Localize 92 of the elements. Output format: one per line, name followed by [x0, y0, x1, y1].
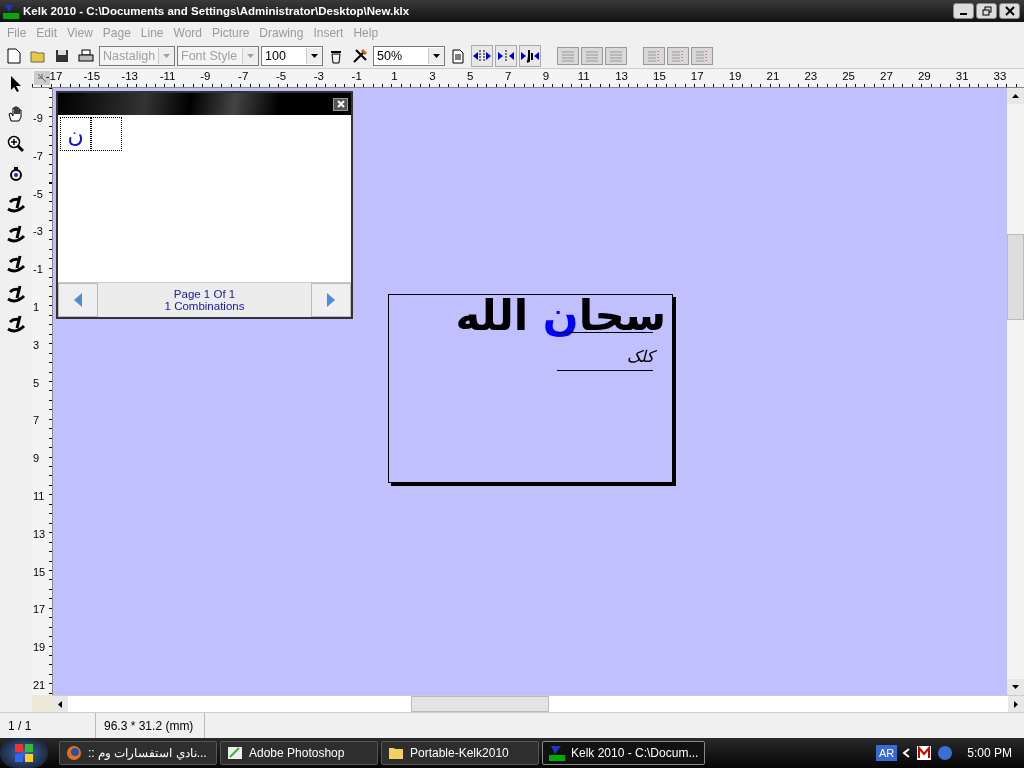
minimize-icon [960, 13, 967, 15]
ruler-label: 9 [33, 452, 40, 465]
ruler-label: 25 [842, 70, 855, 82]
down-arrow-icon[interactable] [1012, 685, 1019, 689]
ruler-label: 19 [728, 70, 742, 82]
ruler-label: 15 [653, 70, 666, 82]
mail-icon[interactable] [915, 746, 934, 760]
ruler-label: -1 [33, 263, 43, 276]
combination-count: 1 Combinations [164, 300, 245, 312]
previous-button[interactable] [58, 283, 98, 317]
restore-icon [981, 6, 992, 16]
clock: 5:00 PM [967, 746, 1012, 760]
ruler-label: -9 [200, 70, 211, 82]
close-icon [336, 100, 345, 108]
caret-icon [433, 54, 440, 58]
zoom-dropdown[interactable]: 50% [373, 46, 445, 66]
ruler-label: -7 [238, 70, 249, 82]
page-indicator: Page 1 Of 1 [173, 288, 236, 300]
browser-icon [66, 745, 82, 761]
caret-icon [311, 54, 318, 58]
minimize-button[interactable] [953, 3, 974, 19]
start-button[interactable] [0, 738, 48, 768]
expand-arrows-icon[interactable] [471, 45, 493, 67]
ruler-label: 7 [504, 70, 512, 82]
compress-arrows-icon[interactable] [495, 45, 517, 67]
ruler-label: -1 [351, 70, 362, 82]
windows-logo-icon [13, 742, 35, 764]
left-arrow-icon[interactable] [58, 700, 62, 708]
ruler-label: 13 [615, 70, 628, 82]
ruler-label: 7 [33, 414, 40, 427]
ruler-label: 15 [33, 565, 46, 578]
left-triangle-icon [74, 293, 82, 307]
folder-icon [388, 745, 404, 761]
ruler-label: -5 [33, 187, 43, 200]
ruler-label: -5 [275, 70, 287, 82]
ruler-label: 11 [33, 490, 45, 502]
ruler-label: 27 [880, 70, 893, 82]
taskbar-button[interactable]: Kelk 2010 - C:\Docum... [542, 741, 706, 765]
taskbar-button[interactable]: :: نادي استفسارات وم... [59, 741, 217, 765]
next-button[interactable] [311, 283, 351, 317]
ruler-label: 1 [33, 301, 40, 313]
app-logo-icon [549, 745, 565, 761]
restore-button[interactable] [976, 3, 997, 19]
ruler-label: 3 [33, 338, 40, 351]
align-arrows-icon[interactable] [519, 45, 541, 67]
ruler-label: 13 [33, 527, 46, 540]
taskbar-button[interactable]: Adobe Photoshop [220, 741, 378, 765]
ruler-label: -17 [45, 70, 63, 82]
ruler-label: 9 [542, 70, 550, 82]
ruler-label: 11 [577, 70, 590, 82]
ruler-label: -9 [33, 112, 43, 124]
close-icon [1004, 6, 1015, 16]
ruler-label: -13 [121, 70, 138, 82]
glyph-cell[interactable]: ن [60, 117, 91, 151]
vertical-scrollbar[interactable] [1007, 88, 1024, 695]
ruler-label: 21 [33, 679, 46, 691]
ruler-label: -11 [159, 70, 176, 82]
ruler-label: 29 [917, 70, 931, 82]
window-title: Kelk 2010 - C:\Documents and Settings\Administrator\Desktop\New.klx [23, 5, 410, 17]
ruler-label: 17 [33, 603, 46, 616]
ruler-label: 23 [804, 70, 818, 82]
ruler-label: 31 [955, 70, 969, 82]
globe-icon[interactable] [936, 746, 955, 760]
up-arrow-icon[interactable] [1012, 94, 1019, 98]
ruler-label: 33 [993, 70, 1007, 82]
caret-icon [247, 54, 254, 58]
ruler-label: 19 [33, 641, 46, 654]
ruler-label: 1 [391, 70, 398, 82]
caret-icon [163, 54, 170, 58]
right-triangle-icon [327, 293, 335, 307]
scrollbar-thumb[interactable] [411, 696, 549, 712]
ruler-label: -15 [83, 70, 101, 82]
ruler-label: -3 [33, 225, 43, 238]
empty-cell[interactable] [91, 117, 122, 151]
language-indicator[interactable]: AR [876, 745, 898, 761]
ruler-label: 5 [33, 376, 40, 389]
ruler-label: -7 [33, 149, 43, 162]
ruler-label: -3 [313, 70, 324, 82]
text-frame[interactable]: سحان الله کلک [388, 294, 673, 483]
app-logo-icon [3, 3, 19, 19]
ruler-label: 21 [766, 70, 780, 82]
ruler-label: 17 [690, 70, 704, 82]
ruler-label: 5 [467, 70, 474, 82]
close-button[interactable] [333, 97, 348, 111]
size-dropdown[interactable]: 100 [261, 46, 323, 66]
scrollbar-thumb[interactable] [1007, 234, 1024, 320]
close-button[interactable] [999, 3, 1020, 19]
right-arrow-icon[interactable] [1014, 700, 1018, 708]
horizontal-scrollbar[interactable] [52, 695, 1024, 712]
ruler-label: 3 [429, 70, 436, 82]
taskbar-button[interactable]: Portable-Kelk2010 [381, 741, 539, 765]
image-editor-icon [227, 745, 243, 761]
